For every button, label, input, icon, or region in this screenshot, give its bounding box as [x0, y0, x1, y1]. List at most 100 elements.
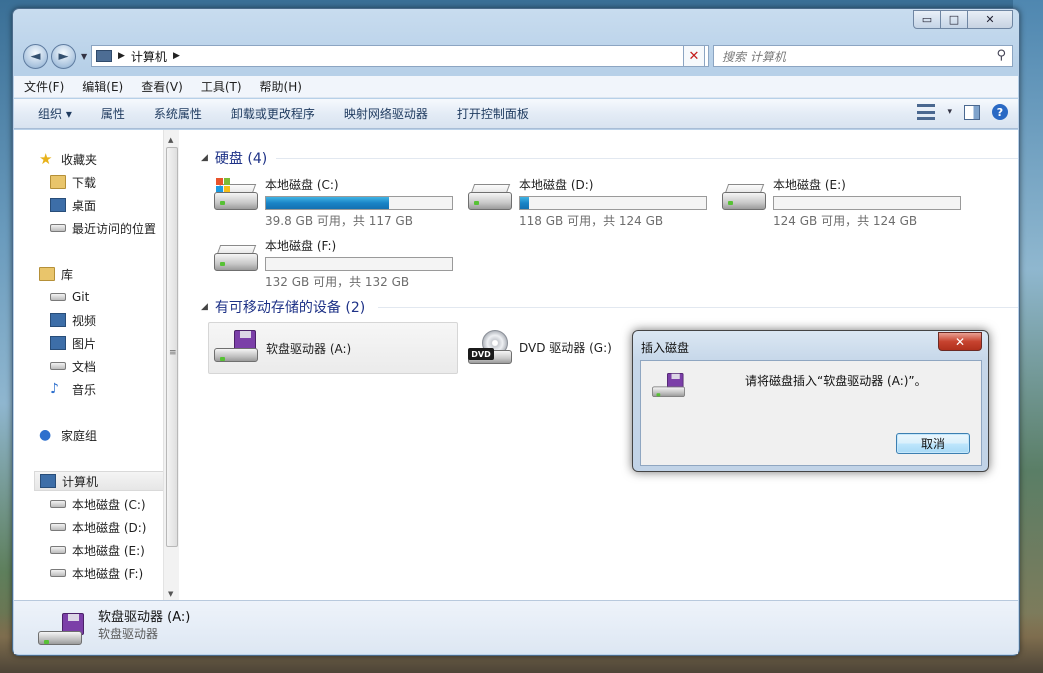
nav-pictures[interactable]: 图片 [50, 333, 96, 353]
hard-disk-icon [50, 523, 66, 531]
nav-favorites-label: 收藏夹 [61, 152, 98, 167]
close-button[interactable]: ✕ [967, 10, 1013, 29]
search-placeholder: 搜索 计算机 [722, 49, 786, 64]
view-dropdown-icon[interactable]: ▾ [947, 107, 952, 117]
hard-disks-group-header[interactable]: ◢ 硬盘 (4) [201, 148, 267, 168]
drive-tile-d[interactable]: 本地磁盘 (D:) 118 GB 可用，共 124 GB [462, 172, 712, 228]
nav-git-label: Git [72, 290, 90, 304]
floppy-drive-tile[interactable]: 软盘驱动器 (A:) [208, 322, 458, 374]
hard-disk-icon [50, 546, 66, 554]
scroll-down-icon[interactable]: ▼ [168, 590, 173, 598]
nav-git[interactable]: Git [50, 287, 89, 307]
open-control-panel-button[interactable]: 打开控制面板 [457, 105, 529, 122]
help-icon[interactable]: ? [992, 104, 1008, 120]
uninstall-program-button[interactable]: 卸载或更改程序 [231, 105, 315, 122]
organize-button[interactable]: 组织 ▾ [38, 105, 72, 122]
nav-drive-c-label: 本地磁盘 (C:) [72, 497, 146, 512]
nav-downloads[interactable]: 下载 [50, 172, 96, 192]
drive-tile-e[interactable]: 本地磁盘 (E:) 124 GB 可用，共 124 GB [716, 172, 966, 228]
nav-recent-places[interactable]: 最近访问的位置 [50, 218, 156, 238]
nav-libraries[interactable]: 库 [39, 264, 73, 284]
scroll-thumb[interactable]: ≡ [166, 147, 178, 547]
search-input[interactable]: 搜索 计算机 ⚲ [713, 45, 1013, 67]
drive-free-space: 132 GB 可用，共 132 GB [265, 275, 410, 289]
breadcrumb-computer[interactable]: 计算机 [131, 48, 167, 65]
cancel-button[interactable]: 取消 [896, 433, 970, 454]
search-icon[interactable]: ⚲ [996, 48, 1006, 63]
minimize-button[interactable]: ▭ [913, 10, 941, 29]
windows-logo-icon [216, 178, 230, 192]
nav-desktop[interactable]: 桌面 [50, 195, 96, 215]
menu-view[interactable]: 查看(V) [139, 78, 185, 95]
nav-drive-f[interactable]: 本地磁盘 (F:) [50, 563, 143, 583]
group-divider [378, 307, 1018, 308]
downloads-folder-icon [50, 175, 66, 189]
system-properties-button[interactable]: 系统属性 [154, 105, 202, 122]
recent-pages-dropdown[interactable]: ▼ [81, 52, 87, 61]
nav-documents[interactable]: 文档 [50, 356, 96, 376]
nav-favorites[interactable]: ★ 收藏夹 [39, 149, 97, 169]
removable-group-header[interactable]: ◢ 有可移动存储的设备 (2) [201, 297, 365, 317]
grip-icon: ≡ [169, 348, 177, 358]
nav-homegroup[interactable]: ● 家庭组 [39, 425, 97, 445]
collapse-triangle-icon[interactable]: ◢ [201, 302, 208, 312]
menu-bar: 文件(F) 编辑(E) 查看(V) 工具(T) 帮助(H) [14, 76, 1018, 98]
computer-icon [40, 474, 56, 488]
map-network-drive-button[interactable]: 映射网络驱动器 [344, 105, 428, 122]
nav-downloads-label: 下载 [72, 175, 97, 190]
documents-icon [50, 362, 66, 370]
drive-name: 本地磁盘 (F:) [265, 239, 337, 253]
drive-name: 本地磁盘 (E:) [773, 178, 846, 192]
close-icon: ✕ [954, 334, 966, 349]
view-controls: ▾ ? [917, 104, 1008, 120]
dialog-body: 请将磁盘插入“软盘驱动器 (A:)”。 取消 [640, 360, 982, 466]
stop-button[interactable]: ✕ [683, 45, 705, 67]
navigation-pane: ★ 收藏夹 下载 桌面 最近访问的位置 库 Git 视频 图片 文档 ♪ 音乐 … [14, 130, 172, 600]
hard-disk-icon [214, 245, 260, 273]
nav-drive-d-label: 本地磁盘 (D:) [72, 520, 147, 535]
drive-tile-c[interactable]: 本地磁盘 (C:) 39.8 GB 可用，共 117 GB [208, 172, 458, 228]
menu-tools[interactable]: 工具(T) [199, 78, 244, 95]
desktop-icon [50, 198, 66, 212]
menu-edit[interactable]: 编辑(E) [80, 78, 125, 95]
collapse-triangle-icon[interactable]: ◢ [201, 153, 208, 163]
nav-computer-label: 计算机 [62, 474, 99, 489]
scroll-up-icon[interactable]: ▲ [168, 136, 173, 144]
navigation-scrollbar[interactable]: ▲ ≡ ▼ [163, 130, 179, 600]
hard-disk-icon [50, 500, 66, 508]
back-button[interactable]: ◄ [23, 44, 48, 69]
navigation-bar: ◄ ► ▼ ▶ 计算机 ▶ ▼ ✕ 搜索 计算机 ⚲ [13, 41, 1019, 71]
maximize-button[interactable]: □ [940, 10, 968, 29]
details-pane: 软盘驱动器 (A:) 软盘驱动器 [14, 600, 1018, 654]
breadcrumb-arrow-icon[interactable]: ▶ [118, 51, 125, 61]
menu-file[interactable]: 文件(F) [22, 78, 66, 95]
nav-drive-e[interactable]: 本地磁盘 (E:) [50, 540, 145, 560]
libraries-icon [39, 267, 55, 281]
dvd-badge: DVD [468, 348, 494, 360]
change-view-icon[interactable] [917, 104, 936, 120]
properties-button[interactable]: 属性 [101, 105, 125, 122]
back-arrow-icon: ◄ [30, 49, 41, 64]
nav-drive-d[interactable]: 本地磁盘 (D:) [50, 517, 146, 537]
drive-tile-f[interactable]: 本地磁盘 (F:) 132 GB 可用，共 132 GB [208, 233, 458, 289]
address-bar[interactable]: ▶ 计算机 ▶ ▼ [91, 45, 709, 67]
nav-videos[interactable]: 视频 [50, 310, 96, 330]
nav-music[interactable]: ♪ 音乐 [50, 379, 96, 399]
details-item-name: 软盘驱动器 (A:) [98, 610, 191, 625]
dialog-title: 插入磁盘 [641, 341, 690, 355]
breadcrumb-arrow-icon[interactable]: ▶ [173, 51, 180, 61]
caption-buttons: ▭ □ ✕ [913, 10, 1013, 29]
menu-help[interactable]: 帮助(H) [258, 78, 304, 95]
nav-computer[interactable]: 计算机 [34, 471, 172, 491]
dialog-close-button[interactable]: ✕ [938, 332, 982, 351]
nav-videos-label: 视频 [72, 313, 97, 328]
floppy-drive-icon [652, 373, 687, 399]
nav-drive-c[interactable]: 本地磁盘 (C:) [50, 494, 146, 514]
preview-pane-icon[interactable] [964, 104, 980, 120]
details-item-type: 软盘驱动器 [98, 627, 159, 641]
nav-documents-label: 文档 [72, 359, 97, 374]
forward-button[interactable]: ► [51, 44, 76, 69]
videos-icon [50, 313, 66, 327]
pictures-icon [50, 336, 66, 350]
drive-name: DVD 驱动器 (G:) [519, 341, 612, 355]
